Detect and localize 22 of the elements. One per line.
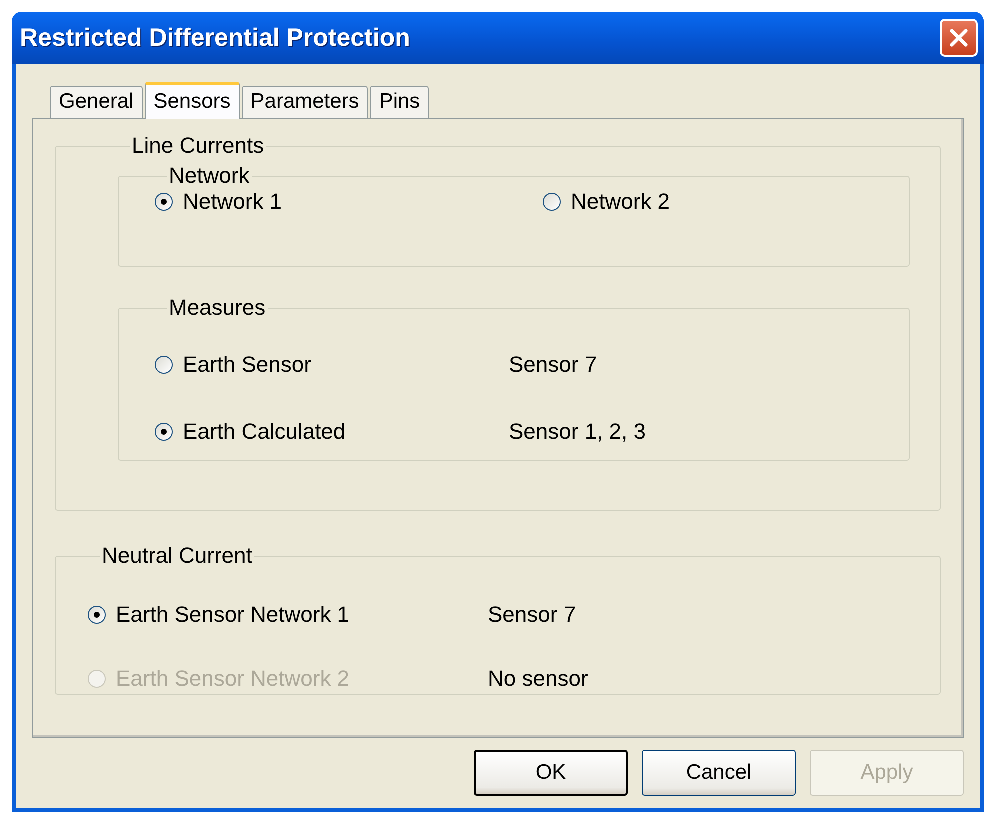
group-title: Line Currents xyxy=(131,133,266,159)
sensor-label: Sensor 1, 2, 3 xyxy=(509,418,647,444)
close-icon xyxy=(948,27,970,49)
window-title: Restricted Differential Protection xyxy=(20,24,410,52)
sensor-label: Sensor 7 xyxy=(509,352,598,378)
tab[interactable]: Pins xyxy=(370,86,430,118)
radio-button[interactable]: Network 1 xyxy=(155,189,543,215)
radio-button[interactable]: Earth Calculated xyxy=(155,418,509,444)
close-button[interactable] xyxy=(940,19,978,57)
group-title: Measures xyxy=(168,295,267,321)
sensor-label: Sensor 7 xyxy=(488,602,578,628)
group-title: Neutral Current xyxy=(101,543,254,569)
tab[interactable]: Parameters xyxy=(242,86,368,118)
radio-button[interactable]: Earth Sensor Network 1 xyxy=(88,602,488,628)
sensor-label: No sensor xyxy=(488,666,590,692)
tab[interactable]: Sensors xyxy=(144,82,240,119)
dialog-button[interactable]: OK xyxy=(474,750,628,796)
tab[interactable]: General xyxy=(50,86,143,118)
radio-button[interactable]: Network 2 xyxy=(543,189,909,215)
radio-button[interactable]: Earth Sensor xyxy=(155,352,509,378)
dialog-button[interactable]: Cancel xyxy=(642,750,796,796)
group-title: Network xyxy=(168,163,251,189)
